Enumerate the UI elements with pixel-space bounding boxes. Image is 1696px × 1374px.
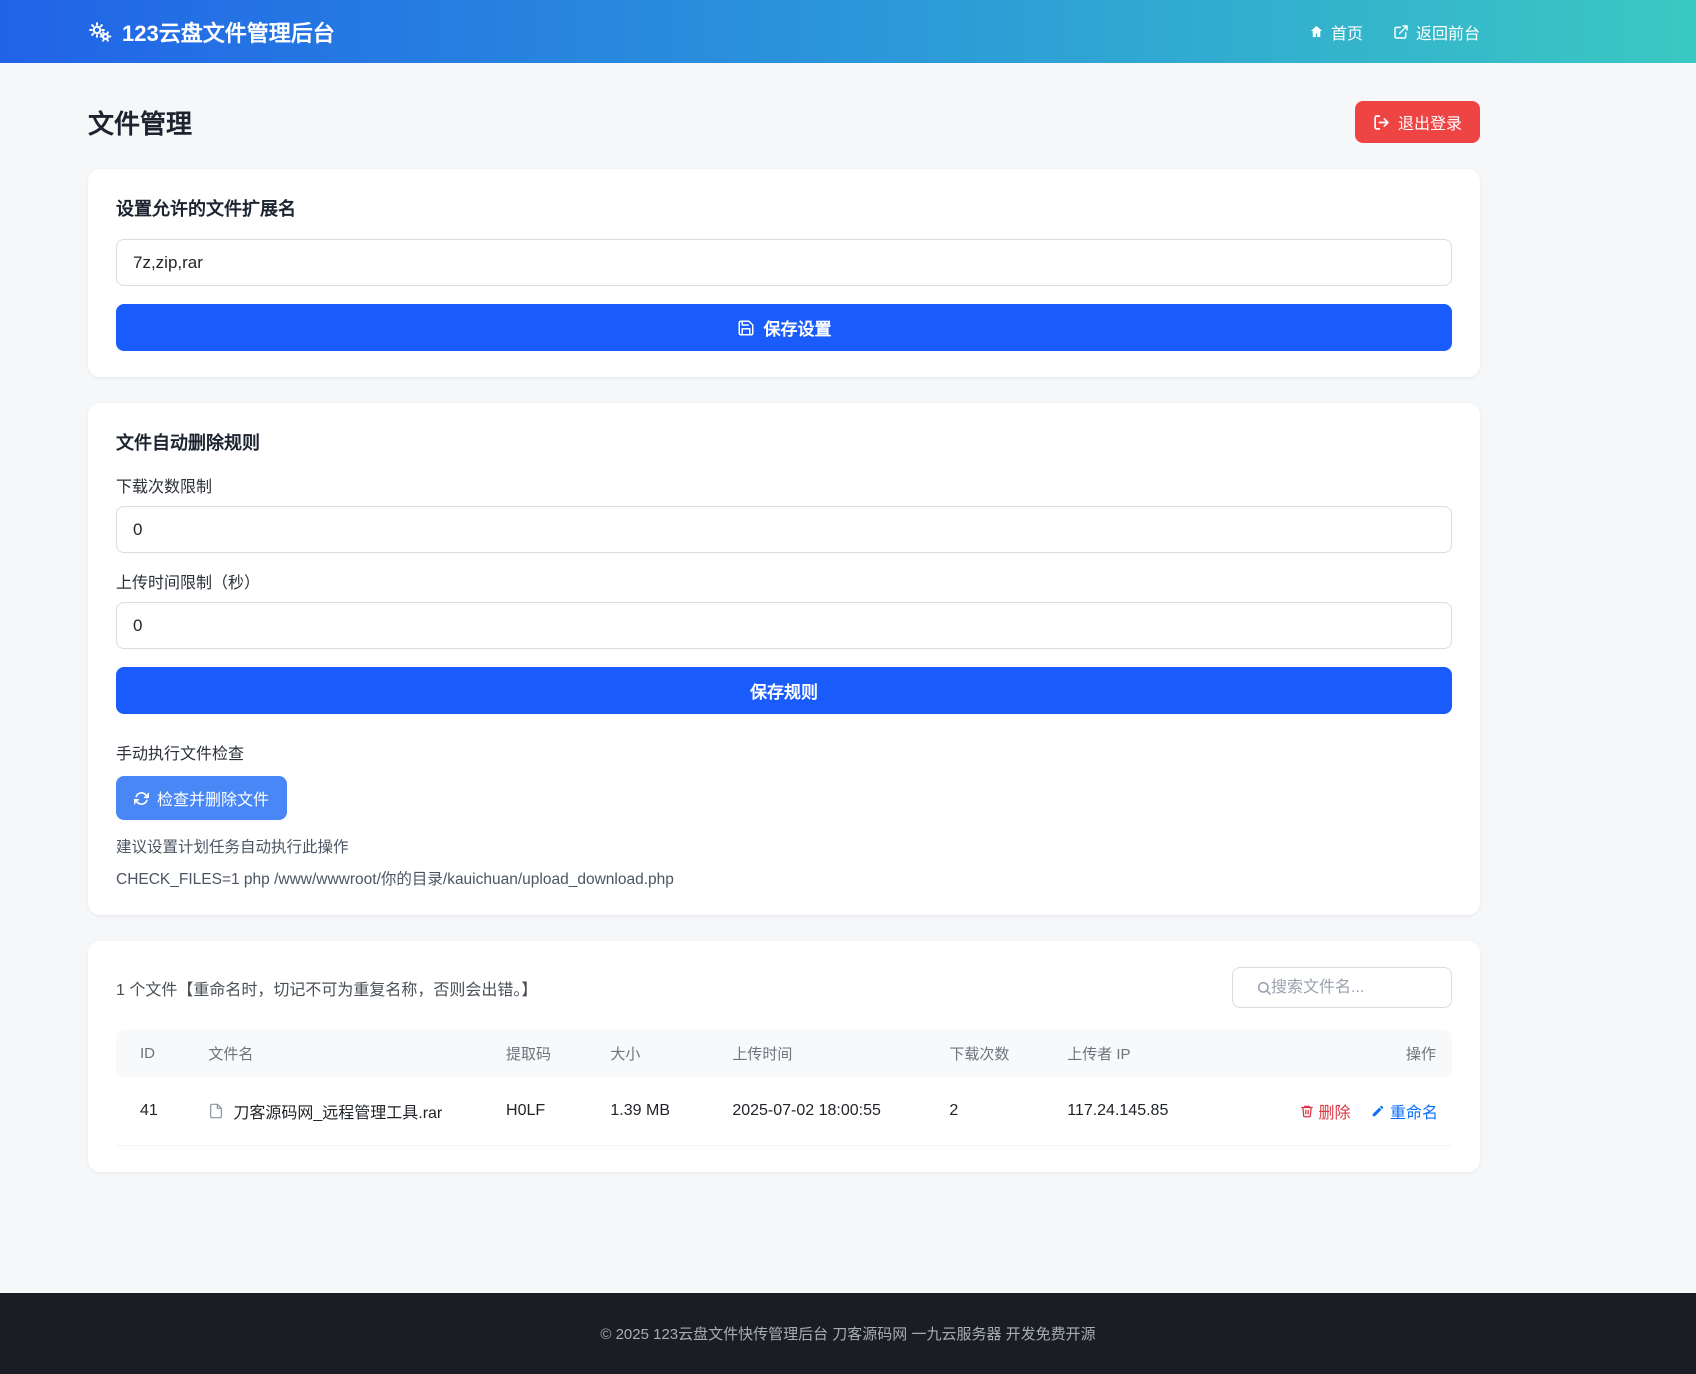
- file-icon: [208, 1102, 224, 1120]
- save-rules-button[interactable]: 保存规则: [116, 667, 1452, 714]
- nav-home-label: 首页: [1330, 25, 1363, 43]
- cell-uploaded: 2025-07-02 18:00:55: [718, 1077, 936, 1146]
- cell-id: 41: [116, 1077, 195, 1146]
- navbar: 123云盘文件管理后台 首页 返回前台: [0, 0, 1696, 63]
- logout-label: 退出登录: [1397, 116, 1462, 133]
- download-limit-label: 下载次数限制: [116, 479, 213, 496]
- page-title: 文件管理: [88, 108, 193, 139]
- check-delete-button[interactable]: 检查并删除文件: [116, 776, 288, 820]
- external-link-icon: [1393, 24, 1409, 40]
- extension-card-heading: 设置允许的文件扩展名: [116, 199, 296, 219]
- files-toolbar: 1 个文件【重命名时，切记不可为重复名称，否则会出错。】: [116, 967, 1452, 1008]
- file-name-text: 刀客源码网_远程管理工具.rar: [233, 1105, 443, 1122]
- files-card: 1 个文件【重命名时，切记不可为重复名称，否则会出错。】 ID 文件名: [88, 941, 1480, 1172]
- sign-out-icon: [1373, 114, 1390, 131]
- col-downloads: 下载次数: [935, 1030, 1054, 1077]
- home-icon: [1309, 24, 1324, 39]
- col-size: 大小: [596, 1030, 719, 1077]
- col-uploaded: 上传时间: [718, 1030, 936, 1077]
- trash-icon: [1300, 1104, 1314, 1118]
- gears-icon: [88, 20, 112, 44]
- cell-downloads: 2: [935, 1077, 1054, 1146]
- logout-button[interactable]: 退出登录: [1354, 101, 1480, 143]
- nav-frontend-label: 返回前台: [1415, 25, 1480, 43]
- rename-label: 重命名: [1389, 1105, 1438, 1122]
- cell-filename: 刀客源码网_远程管理工具.rar: [194, 1077, 493, 1146]
- col-ip: 上传者 IP: [1053, 1030, 1286, 1077]
- manual-check-label: 手动执行文件检查: [116, 746, 245, 763]
- nav-home-link[interactable]: 首页: [1309, 20, 1363, 44]
- table-header-row: ID 文件名 提取码 大小 上传时间 下载次数 上传者 IP 操作: [116, 1030, 1452, 1077]
- app-title: 123云盘文件管理后台: [122, 20, 335, 46]
- col-actions: 操作: [1285, 1030, 1452, 1077]
- cron-command: CHECK_FILES=1 php /www/wwwroot/你的目录/kaui…: [116, 871, 674, 888]
- search-box: [1232, 967, 1452, 1008]
- brand: 123云盘文件管理后台: [88, 16, 335, 48]
- pencil-icon: [1371, 1104, 1385, 1118]
- delete-link[interactable]: 删除: [1300, 1099, 1351, 1123]
- rules-card: 文件自动删除规则 下载次数限制 上传时间限制（秒） 保存规则 手动执行文件检查 …: [88, 403, 1480, 915]
- cell-actions: 删除 重命名: [1285, 1077, 1452, 1146]
- delete-label: 删除: [1318, 1105, 1351, 1122]
- page-header: 文件管理 退出登录: [88, 101, 1480, 143]
- download-limit-input[interactable]: [116, 506, 1452, 553]
- table-row: 41 刀客源码网_远程管理工具.rar H0LF 1.39 MB 2025-07…: [116, 1077, 1452, 1146]
- cell-size: 1.39 MB: [596, 1077, 719, 1146]
- save-settings-button[interactable]: 保存设置: [116, 304, 1452, 351]
- rename-link[interactable]: 重命名: [1371, 1099, 1438, 1123]
- upload-time-label: 上传时间限制（秒）: [116, 575, 261, 592]
- save-settings-label: 保存设置: [763, 320, 832, 339]
- col-id: ID: [116, 1030, 195, 1077]
- upload-time-input[interactable]: [116, 602, 1452, 649]
- cron-tip: 建议设置计划任务自动执行此操作: [116, 839, 349, 856]
- extension-card: 设置允许的文件扩展名 保存设置: [88, 169, 1480, 377]
- col-code: 提取码: [492, 1030, 597, 1077]
- extensions-input[interactable]: [116, 239, 1452, 286]
- floppy-icon: [737, 319, 755, 337]
- copyright-text: © 2025 123云盘文件快传管理后台 刀客源码网 一九云服务器 开发免费开源: [600, 1326, 1096, 1343]
- nav-frontend-link[interactable]: 返回前台: [1393, 20, 1480, 44]
- cell-code: H0LF: [492, 1077, 597, 1146]
- cell-ip: 117.24.145.85: [1053, 1077, 1286, 1146]
- files-table: ID 文件名 提取码 大小 上传时间 下载次数 上传者 IP 操作 41 刀客源…: [116, 1030, 1452, 1146]
- rules-card-heading: 文件自动删除规则: [116, 433, 260, 453]
- col-filename: 文件名: [194, 1030, 493, 1077]
- refresh-icon: [134, 791, 149, 806]
- file-count-summary: 1 个文件【重命名时，切记不可为重复名称，否则会出错。】: [116, 981, 538, 999]
- nav-links: 首页 返回前台: [1309, 20, 1480, 44]
- footer: © 2025 123云盘文件快传管理后台 刀客源码网 一九云服务器 开发免费开源: [0, 1293, 1696, 1374]
- check-delete-label: 检查并删除文件: [157, 792, 270, 809]
